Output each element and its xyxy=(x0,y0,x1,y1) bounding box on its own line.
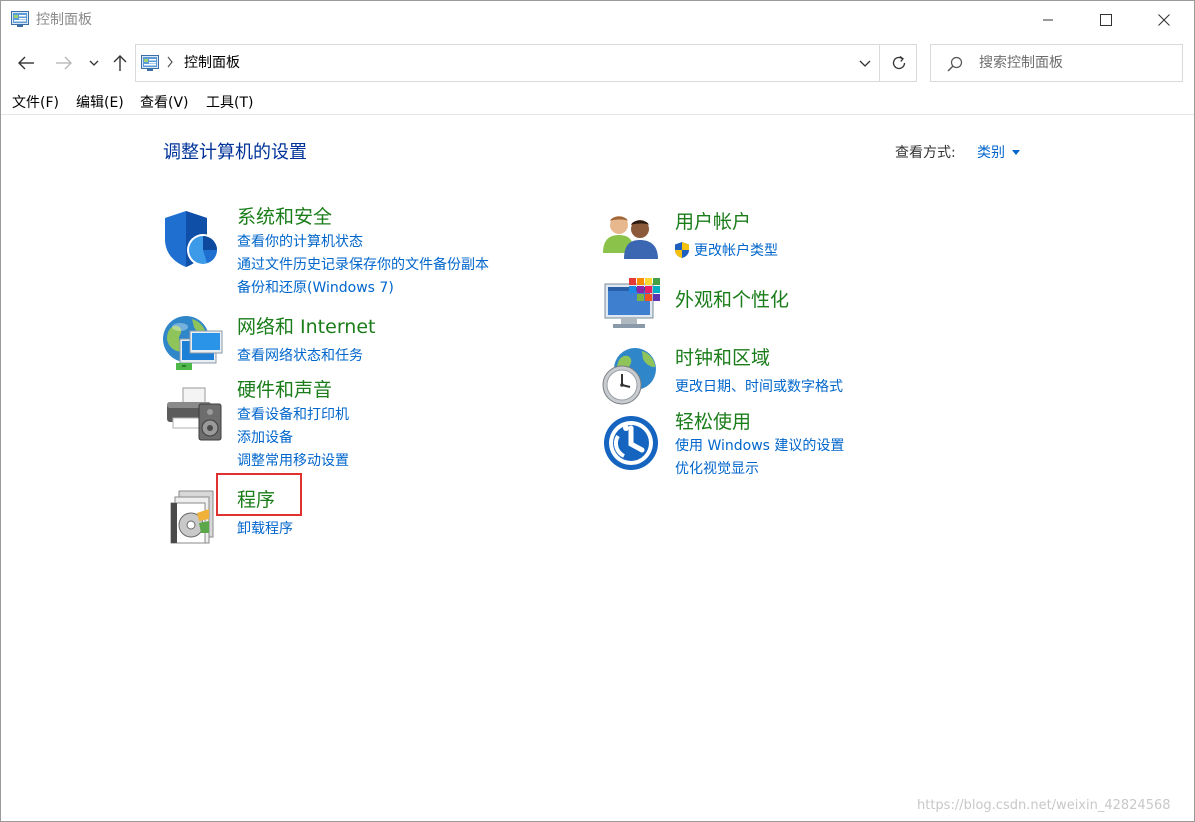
ease-of-access-icon[interactable] xyxy=(602,414,660,472)
link-change-date-time-format[interactable]: 更改日期、时间或数字格式 xyxy=(675,378,843,396)
arrow-up-icon xyxy=(113,55,127,71)
view-by-dropdown[interactable]: 类别 xyxy=(977,144,1005,162)
title-bar: 控制面板 xyxy=(1,1,1194,39)
menu-view[interactable]: 查看(V) xyxy=(140,94,189,112)
maximize-button[interactable] xyxy=(1077,1,1135,39)
refresh-icon xyxy=(892,55,905,70)
close-button[interactable] xyxy=(1135,1,1193,39)
category-network-internet[interactable]: 网络和 Internet xyxy=(237,315,375,339)
minimize-icon xyxy=(1043,19,1053,21)
caret-down-icon[interactable] xyxy=(1012,150,1020,155)
window-title: 控制面板 xyxy=(36,12,92,28)
link-mobility-settings[interactable]: 调整常用移动设置 xyxy=(237,452,349,470)
close-icon xyxy=(1158,14,1170,26)
refresh-button[interactable] xyxy=(880,45,917,81)
menu-edit[interactable]: 编辑(E) xyxy=(76,94,124,112)
link-check-computer-status[interactable]: 查看你的计算机状态 xyxy=(237,233,363,251)
link-file-history-backup[interactable]: 通过文件历史记录保存你的文件备份副本 xyxy=(237,256,489,274)
menu-tools[interactable]: 工具(T) xyxy=(206,94,253,112)
highlight-box xyxy=(216,473,302,516)
category-user-accounts[interactable]: 用户帐户 xyxy=(675,210,751,234)
search-input[interactable] xyxy=(979,53,1175,73)
appearance-icon[interactable] xyxy=(603,278,661,334)
link-recommended-settings[interactable]: 使用 Windows 建议的设置 xyxy=(675,437,844,455)
back-button[interactable] xyxy=(14,51,38,75)
arrow-right-icon xyxy=(56,56,72,70)
category-clock-region[interactable]: 时钟和区域 xyxy=(675,346,770,370)
clock-globe-icon[interactable] xyxy=(600,347,660,407)
maximize-icon xyxy=(1100,14,1112,26)
uac-shield-icon xyxy=(675,242,689,258)
programs-icon[interactable] xyxy=(165,489,221,545)
printer-speaker-icon[interactable] xyxy=(163,384,223,444)
navigation-bar: 控制面板 xyxy=(1,39,1194,89)
breadcrumb[interactable]: 控制面板 xyxy=(184,54,240,72)
chevron-down-icon xyxy=(859,60,871,67)
link-uninstall-program[interactable]: 卸载程序 xyxy=(237,520,293,538)
control-panel-icon xyxy=(141,55,159,71)
recent-locations-button[interactable] xyxy=(82,51,106,75)
category-appearance[interactable]: 外观和个性化 xyxy=(675,288,789,312)
network-globe-icon[interactable] xyxy=(162,313,224,373)
minimize-button[interactable] xyxy=(1019,1,1077,39)
link-change-account-type[interactable]: 更改帐户类型 xyxy=(694,242,778,260)
control-panel-window: 控制面板 控制面板 搜索控制面板 文件(F) 编辑(E) 查看(V) 工具(T)… xyxy=(0,0,1195,822)
chevron-right-icon[interactable] xyxy=(166,56,174,68)
link-add-device[interactable]: 添加设备 xyxy=(237,429,293,447)
control-panel-icon xyxy=(11,11,29,27)
search-icon xyxy=(947,56,963,72)
category-ease-of-access[interactable]: 轻松使用 xyxy=(675,410,751,434)
link-network-status[interactable]: 查看网络状态和任务 xyxy=(237,347,363,365)
view-by-label: 查看方式: xyxy=(895,145,956,161)
menu-bar: 文件(F) 编辑(E) 查看(V) 工具(T) xyxy=(1,91,1194,115)
menu-file[interactable]: 文件(F) xyxy=(12,94,59,112)
page-title: 调整计算机的设置 xyxy=(163,142,307,163)
shield-icon[interactable] xyxy=(163,209,221,269)
forward-button[interactable] xyxy=(52,51,76,75)
category-hardware-sound[interactable]: 硬件和声音 xyxy=(237,378,332,402)
arrow-left-icon xyxy=(18,56,34,70)
users-icon[interactable] xyxy=(602,213,660,261)
category-system-security[interactable]: 系统和安全 xyxy=(237,205,332,229)
link-devices-printers[interactable]: 查看设备和打印机 xyxy=(237,406,349,424)
chevron-down-icon xyxy=(89,60,99,66)
address-dropdown-button[interactable] xyxy=(850,45,880,81)
address-bar[interactable]: 控制面板 xyxy=(135,44,917,82)
watermark: https://blog.csdn.net/weixin_42824568 xyxy=(917,798,1171,813)
up-button[interactable] xyxy=(108,51,132,75)
search-box[interactable] xyxy=(930,44,1183,82)
link-backup-restore[interactable]: 备份和还原(Windows 7) xyxy=(237,279,394,297)
link-optimize-visual-display[interactable]: 优化视觉显示 xyxy=(675,460,759,478)
